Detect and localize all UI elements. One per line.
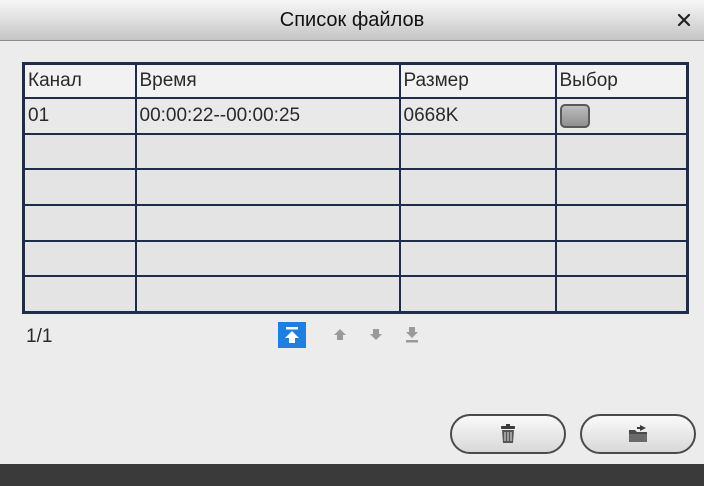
empty-cell	[134, 275, 401, 314]
table-row	[22, 203, 689, 242]
trash-icon	[501, 424, 515, 443]
select-cell	[554, 97, 689, 135]
empty-cell	[134, 239, 401, 278]
empty-cell	[554, 203, 689, 242]
table-row	[22, 239, 689, 278]
empty-cell	[554, 275, 689, 314]
title-bar: Список файлов	[0, 0, 704, 41]
column-header-size: Размер	[398, 62, 557, 99]
arrow-to-top-icon	[285, 327, 299, 343]
table-header-row: Канал Время Размер Выбор	[22, 62, 689, 99]
arrow-up-icon	[334, 329, 346, 340]
column-header-time: Время	[134, 62, 401, 99]
empty-cell	[554, 168, 689, 206]
select-checkbox[interactable]	[559, 103, 590, 128]
table-row	[22, 275, 689, 314]
dialog-title: Список файлов	[279, 9, 425, 31]
close-icon	[677, 13, 691, 27]
empty-cell	[22, 168, 137, 206]
empty-cell	[134, 168, 401, 206]
empty-cell	[398, 203, 557, 242]
empty-cell	[398, 132, 557, 171]
previous-page-button[interactable]	[326, 322, 354, 348]
file-table: Канал Время Размер Выбор 01 00:00:22--00…	[22, 62, 689, 314]
channel-cell: 01	[22, 97, 137, 135]
first-page-button[interactable]	[278, 322, 306, 348]
delete-button[interactable]	[450, 414, 566, 454]
empty-cell	[134, 132, 401, 171]
empty-cell	[554, 239, 689, 278]
bottom-bar	[0, 464, 704, 486]
time-cell: 00:00:22--00:00:25	[134, 97, 401, 135]
export-button[interactable]	[580, 414, 696, 454]
empty-cell	[22, 203, 137, 242]
size-cell: 0668K	[398, 97, 557, 135]
last-page-button[interactable]	[398, 322, 426, 348]
column-header-select: Выбор	[554, 62, 689, 99]
table-row[interactable]: 01 00:00:22--00:00:25 0668K	[22, 97, 689, 135]
folder-export-icon	[629, 425, 647, 442]
table-row	[22, 168, 689, 206]
next-page-button[interactable]	[362, 322, 390, 348]
arrow-to-bottom-icon	[406, 327, 418, 343]
arrow-down-icon	[370, 329, 382, 340]
table-row	[22, 132, 689, 171]
empty-cell	[398, 168, 557, 206]
empty-cell	[22, 239, 137, 278]
empty-cell	[22, 132, 137, 171]
empty-cell	[22, 275, 137, 314]
page-indicator: 1/1	[26, 326, 53, 347]
column-header-channel: Канал	[22, 62, 137, 99]
file-list-dialog: Список файлов Канал Время Размер Выбор 0…	[0, 0, 704, 486]
close-button[interactable]	[674, 10, 694, 30]
empty-cell	[398, 275, 557, 314]
empty-cell	[554, 132, 689, 171]
empty-cell	[134, 203, 401, 242]
empty-cell	[398, 239, 557, 278]
